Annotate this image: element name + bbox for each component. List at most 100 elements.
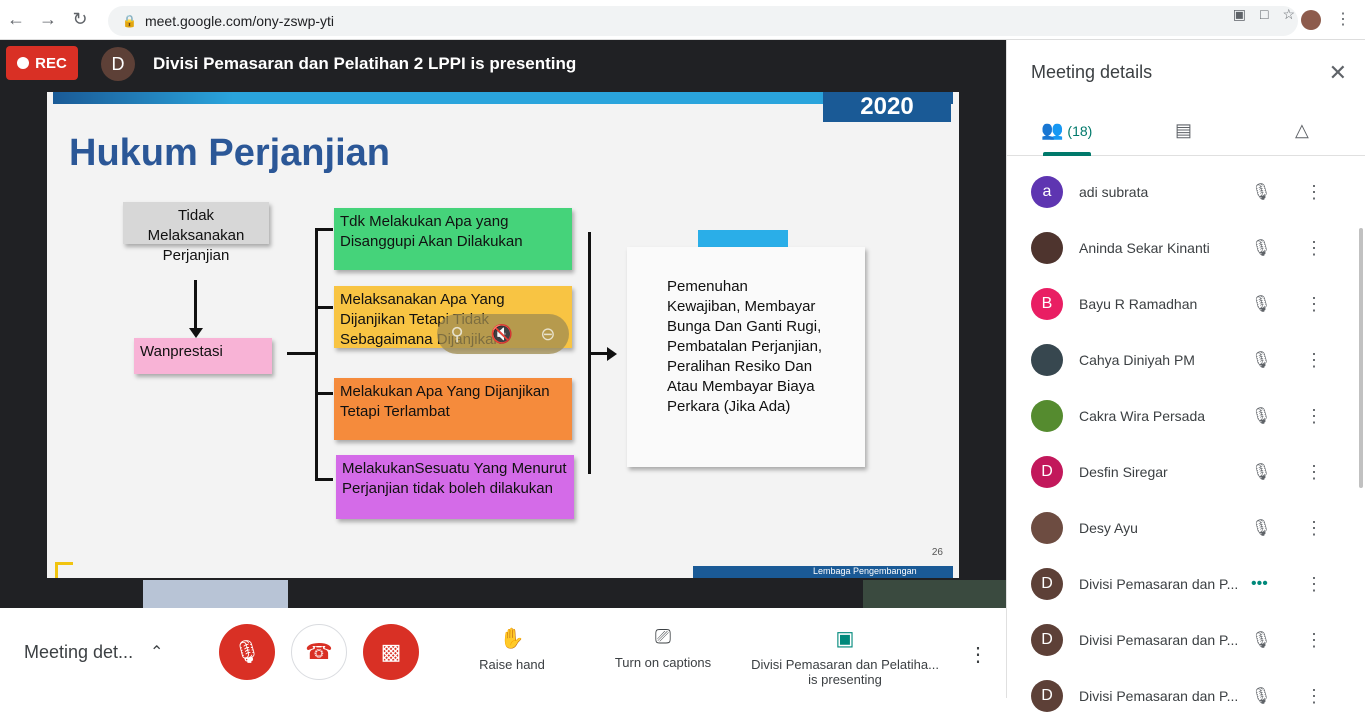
participant-thumbnail[interactable] [863,580,1006,608]
captions-icon: ⎚ [655,626,671,648]
mic-off-icon: 🎙 [1251,520,1272,537]
participant-row[interactable]: Cakra Wira Persada 🎙 ⋮ [1007,388,1365,444]
chevron-up-icon[interactable]: ⌃ [150,642,163,662]
participant-avatar: D [1031,568,1063,600]
meeting-details-panel: Meeting details ✕ 👥 (18) ▤ △ a adi subrat… [1006,40,1365,712]
slide-footer: Lembaga Pengembangan [693,566,953,578]
participant-row[interactable]: Cahya Diniyah PM 🎙 ⋮ [1007,332,1365,388]
reload-icon[interactable]: ↻ [64,4,96,36]
microphone-off-button[interactable]: 🎙 [219,624,275,680]
participant-more-icon[interactable]: ⋮ [1305,518,1323,539]
mic-off-icon: 🎙 [1251,184,1272,201]
participant-name: Cahya Diniyah PM [1079,352,1195,368]
mic-off-icon: 🎙 [1251,352,1272,369]
participant-name: Cakra Wira Persada [1079,408,1206,424]
record-dot-icon [17,57,30,69]
participant-more-icon[interactable]: ⋮ [1305,238,1323,259]
tab-people[interactable]: 👥 (18) [1041,120,1092,141]
presentation-stage: REC D Divisi Pemasaran dan Pelatihan 2 L… [0,40,1006,608]
hand-icon: ✋ [499,628,525,650]
lock-icon: 🔒 [122,14,137,28]
meet-bottom-bar: Meeting det... ⌃ 🎙 ☎ ▩ ✋ Raise hand ⎚ Tu… [0,608,1006,698]
connector-line [315,478,333,481]
participant-row[interactable]: D Divisi Pemasaran dan P... ••• ⋮ [1007,556,1365,612]
participant-avatar [1031,512,1063,544]
participant-row[interactable]: D Divisi Pemasaran dan P... 🎙 ⋮ [1007,668,1365,724]
slide-page-number: 26 [931,547,943,558]
camera-blocked-icon[interactable]: ▣ [1233,6,1246,23]
participant-avatar: D [1031,456,1063,488]
participant-more-icon[interactable]: ⋮ [1305,630,1323,651]
url-text: meet.google.com/ony-zswp-yti [144,13,335,29]
omnibox-icons: ▣ □ ☆ [1233,6,1295,23]
meeting-details-toggle[interactable]: Meeting det... [24,642,133,663]
participant-name: Divisi Pemasaran dan P... [1079,688,1239,704]
profile-avatar[interactable] [1301,10,1321,30]
mic-off-icon: 🎙 [1251,408,1272,425]
tab-chat[interactable]: ▤ [1175,120,1192,141]
participant-list: a adi subrata 🎙 ⋮ Aninda Sekar Kinanti 🎙 ⋮ B Bay… [1007,164,1365,724]
participant-avatar [1031,232,1063,264]
camera-off-button[interactable]: ▩ [363,624,419,680]
participant-more-icon[interactable]: ⋮ [1305,574,1323,595]
mic-off-icon: 🎙 [1251,296,1272,313]
participant-more-icon[interactable]: ⋮ [1305,406,1323,427]
participant-more-icon[interactable]: ⋮ [1305,350,1323,371]
translate-icon[interactable]: □ [1260,6,1268,23]
mic-off-icon: 🎙 [1251,464,1272,481]
shapes-icon: △ [1295,120,1309,140]
panel-title: Meeting details [1031,62,1153,82]
browser-menu-icon[interactable]: ⋮ [1335,9,1351,29]
thumbnail-strip [0,578,1006,608]
participant-row[interactable]: D Desfin Siregar 🎙 ⋮ [1007,444,1365,500]
mute-audio-icon[interactable]: 🔇 [491,324,513,345]
pin-icon[interactable]: ⚲ [451,324,464,345]
participant-more-icon[interactable]: ⋮ [1305,294,1323,315]
slide-title: Hukum Perjanjian [69,132,390,174]
box-green: Tdk Melakukan Apa yang Disanggupi Akan D… [334,208,572,270]
active-tab-indicator [1043,152,1091,156]
scrollbar[interactable] [1359,228,1363,488]
captions-button[interactable]: ⎚ Turn on captions [605,626,721,670]
panel-tabs: 👥 (18) ▤ △ [1007,108,1365,156]
participant-name: Divisi Pemasaran dan P... [1079,632,1239,648]
close-icon[interactable]: ✕ [1329,60,1347,86]
connector-line [287,352,315,355]
slide-header-band [53,92,953,104]
presenting-label: Divisi Pemasaran dan Pelatiha... is pres… [751,657,939,687]
more-options-icon[interactable]: ⋮ [968,642,988,667]
remove-icon[interactable]: ⊖ [540,324,555,345]
people-count: (18) [1067,122,1093,139]
participant-more-icon[interactable]: ⋮ [1305,462,1323,483]
mic-off-icon: 🎙 [1251,240,1272,257]
box-akibat: Pemenuhan Kewajiban, Membayar Bunga Dan … [627,247,865,467]
address-bar[interactable]: 🔒 meet.google.com/ony-zswp-yti [108,6,1298,36]
rec-label: REC [35,54,67,72]
star-icon[interactable]: ☆ [1282,6,1295,23]
chat-icon: ▤ [1175,120,1193,140]
presenting-button[interactable]: ▣ Divisi Pemasaran dan Pelatiha... is pr… [745,626,945,687]
participant-more-icon[interactable]: ⋮ [1305,182,1323,203]
box-purple: MelakukanSesuatu Yang Menurut Perjanjian… [336,455,574,519]
participant-avatar [1031,344,1063,376]
participant-name: adi subrata [1079,184,1149,200]
connector-bracket [315,228,318,480]
forward-icon[interactable]: → [32,4,64,36]
participant-row[interactable]: Aninda Sekar Kinanti 🎙 ⋮ [1007,220,1365,276]
back-icon[interactable]: ← [0,4,32,36]
participant-row[interactable]: B Bayu R Ramadhan 🎙 ⋮ [1007,276,1365,332]
participant-avatar: D [1031,680,1063,712]
participant-row[interactable]: D Divisi Pemasaran dan P... 🎙 ⋮ [1007,612,1365,668]
arrow-head [607,347,617,361]
participant-row[interactable]: a adi subrata 🎙 ⋮ [1007,164,1365,220]
raise-hand-label: Raise hand [479,657,545,672]
leave-call-button[interactable]: ☎ [291,624,347,680]
raise-hand-button[interactable]: ✋ Raise hand [470,626,554,672]
connector-line [315,306,333,309]
slide-year: 2020 [823,92,951,122]
tab-activities[interactable]: △ [1295,120,1309,141]
participant-row[interactable]: Desy Ayu 🎙 ⋮ [1007,500,1365,556]
participant-thumbnail[interactable] [143,580,288,608]
participant-more-icon[interactable]: ⋮ [1305,686,1323,707]
recording-badge: REC [6,46,78,80]
